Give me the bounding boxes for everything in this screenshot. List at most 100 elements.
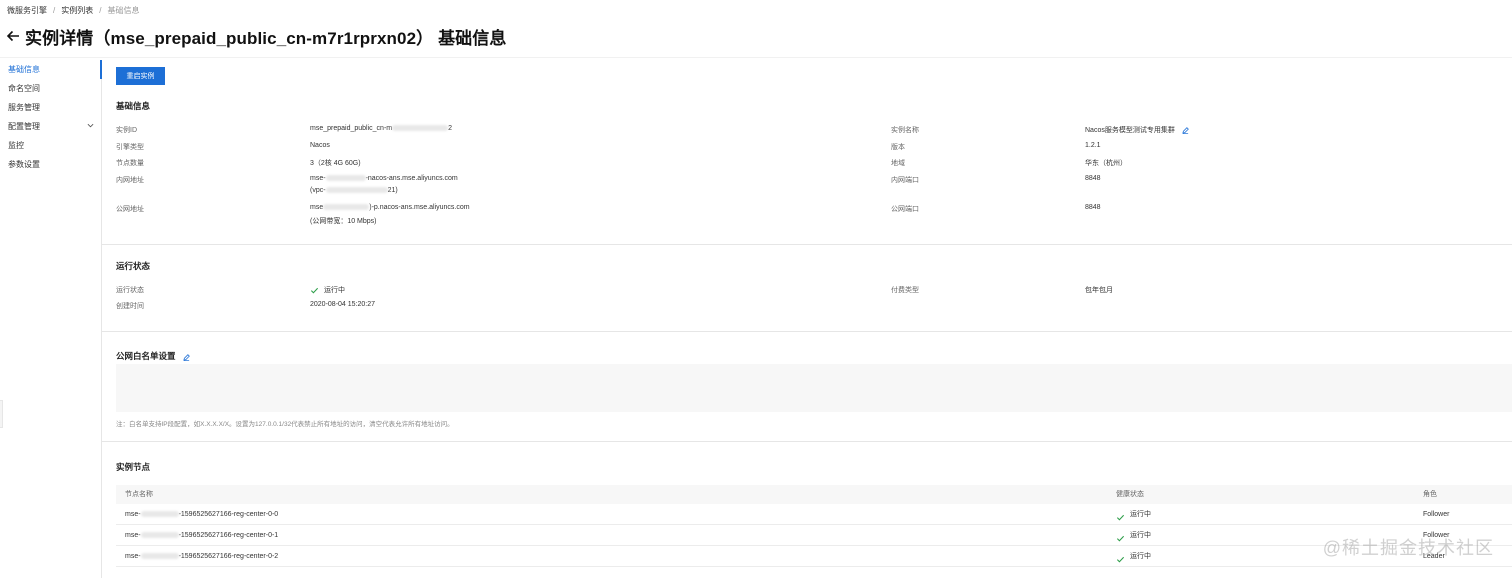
check-icon bbox=[1116, 510, 1125, 521]
sidebar-item-parameters[interactable]: 参数设置 bbox=[0, 155, 101, 174]
run-status-text: 运行中 bbox=[324, 287, 345, 294]
value-pay-type: 包年包月 bbox=[1085, 287, 1113, 294]
check-icon bbox=[310, 286, 319, 295]
sidebar-item-service-management[interactable]: 服务管理 bbox=[0, 98, 101, 117]
public-address-prefix: mse bbox=[310, 204, 324, 211]
node-name-prefix: mse- bbox=[125, 511, 141, 518]
node-name-suffix: -1596525627166-reg-center-0-0 bbox=[178, 511, 279, 518]
redacted-blur bbox=[140, 532, 179, 539]
sidebar-item-basic-info[interactable]: 基础信息 bbox=[0, 60, 102, 79]
value-instance-id: mse_prepaid_public_cn-m 2 bbox=[310, 125, 452, 132]
node-name-prefix: mse- bbox=[125, 532, 141, 539]
collapse-handle[interactable] bbox=[0, 400, 3, 428]
check-icon bbox=[1116, 552, 1125, 563]
page: 微服务引擎 / 实例列表 / 基础信息 实例详情（mse_prepaid_pub… bbox=[0, 0, 1512, 578]
sidebar-item-monitor[interactable]: 监控 bbox=[0, 136, 101, 155]
section-title-whitelist: 公网白名单设置 bbox=[116, 350, 190, 362]
sidebar-item-namespace[interactable]: 命名空间 bbox=[0, 79, 101, 98]
node-name-cell: mse- -1596525627166-reg-center-0-2 bbox=[125, 546, 278, 567]
node-name-prefix: mse- bbox=[125, 553, 141, 560]
node-name-suffix: -1596525627166-reg-center-0-1 bbox=[178, 532, 279, 539]
vpc-prefix: (vpc- bbox=[310, 187, 326, 194]
label-created-time: 创建时间 bbox=[116, 303, 144, 310]
node-name-suffix: -1596525627166-reg-center-0-2 bbox=[178, 553, 279, 560]
node-health-cell: 运行中 bbox=[1116, 525, 1151, 546]
restart-instance-button[interactable]: 重启实例 bbox=[116, 67, 165, 85]
instance-name-text: Nacos服务模型测试专用集群 bbox=[1085, 127, 1175, 134]
table-row: mse- -1596525627166-reg-center-0-2 运行中 Le… bbox=[116, 546, 1512, 567]
sidebar-item-label: 服务管理 bbox=[8, 103, 40, 112]
section-divider bbox=[102, 441, 1512, 442]
chevron-down-icon bbox=[87, 117, 94, 136]
public-address-suffix: )-p.nacos-ans.mse.aliyuncs.com bbox=[369, 204, 470, 211]
instance-id-text: mse_prepaid_public_cn-m bbox=[310, 125, 393, 132]
label-node-count: 节点数量 bbox=[116, 160, 144, 167]
label-pay-type: 付费类型 bbox=[891, 287, 919, 294]
watermark: @稀土掘金技术社区 bbox=[1322, 538, 1494, 558]
value-version: 1.2.1 bbox=[1085, 142, 1101, 149]
sidebar-item-label: 命名空间 bbox=[8, 84, 40, 93]
redacted-blur bbox=[392, 125, 449, 132]
whitelist-content-box bbox=[116, 364, 1512, 412]
page-title: 实例详情（mse_prepaid_public_cn-m7r1rprxn02） … bbox=[25, 28, 507, 48]
title-divider bbox=[0, 57, 1512, 58]
sidebar-item-label: 监控 bbox=[8, 141, 24, 150]
label-region: 地域 bbox=[891, 160, 905, 167]
value-public-bandwidth: (公网带宽：10 Mbps) bbox=[310, 218, 377, 225]
section-title-status: 运行状态 bbox=[116, 261, 151, 271]
label-intranet-port: 内网端口 bbox=[891, 177, 919, 184]
breadcrumb-engine[interactable]: 微服务引擎 bbox=[7, 5, 47, 16]
vpc-suffix: 21) bbox=[387, 187, 398, 194]
label-version: 版本 bbox=[891, 144, 905, 151]
value-intranet-vpc: (vpc- 21) bbox=[310, 187, 398, 194]
sidebar: 基础信息 命名空间 服务管理 配置管理 监控 参数设置 bbox=[0, 60, 102, 578]
label-public-port: 公网端口 bbox=[891, 206, 919, 213]
value-intranet-address: mse- -nacos-ans.mse.aliyuncs.com bbox=[310, 175, 458, 182]
nodes-table: 节点名称 健康状态 角色 mse- -1596525627166-reg-cent… bbox=[116, 485, 1512, 567]
section-divider bbox=[102, 331, 1512, 332]
sidebar-item-label: 基础信息 bbox=[8, 65, 40, 74]
whitelist-note: 注：白名单支持IP段配置，如X.X.X.X/X。设置为127.0.0.1/32代… bbox=[116, 421, 454, 428]
label-run-status: 运行状态 bbox=[116, 287, 144, 294]
table-header: 节点名称 健康状态 角色 bbox=[116, 485, 1512, 504]
label-instance-id: 实例ID bbox=[116, 127, 137, 134]
instance-id-suffix: 2 bbox=[448, 125, 453, 132]
table-row: mse- -1596525627166-reg-center-0-1 运行中 Fo… bbox=[116, 525, 1512, 546]
table-row: mse- -1596525627166-reg-center-0-0 运行中 Fo… bbox=[116, 504, 1512, 525]
edit-pencil-icon[interactable] bbox=[1182, 126, 1189, 134]
node-name-cell: mse- -1596525627166-reg-center-0-0 bbox=[125, 504, 278, 525]
label-intranet-address: 内网地址 bbox=[116, 177, 144, 184]
section-title-basic: 基础信息 bbox=[116, 101, 151, 111]
check-icon bbox=[1116, 531, 1125, 542]
node-name-cell: mse- -1596525627166-reg-center-0-1 bbox=[125, 525, 278, 546]
intranet-address-suffix: -nacos-ans.mse.aliyuncs.com bbox=[365, 175, 458, 182]
value-engine-type: Nacos bbox=[310, 142, 330, 149]
redacted-blur bbox=[140, 511, 179, 518]
section-title-nodes: 实例节点 bbox=[116, 462, 151, 472]
whitelist-title-text: 公网白名单设置 bbox=[116, 351, 176, 361]
column-header-node-name: 节点名称 bbox=[125, 491, 153, 498]
node-health-text: 运行中 bbox=[1130, 532, 1151, 539]
label-engine-type: 引擎类型 bbox=[116, 144, 144, 151]
section-divider bbox=[102, 244, 1512, 245]
value-created-time: 2020-08-04 15:20:27 bbox=[310, 301, 375, 308]
column-header-health: 健康状态 bbox=[1116, 491, 1144, 498]
redacted-blur bbox=[325, 175, 366, 182]
breadcrumb-separator: / bbox=[53, 6, 56, 15]
back-arrow-icon[interactable] bbox=[6, 28, 22, 44]
node-health-cell: 运行中 bbox=[1116, 504, 1151, 525]
label-public-address: 公网地址 bbox=[116, 206, 144, 213]
sidebar-item-config-management[interactable]: 配置管理 bbox=[0, 117, 101, 136]
breadcrumb-current: 基础信息 bbox=[107, 6, 140, 15]
node-role-cell: Follower bbox=[1423, 511, 1450, 518]
title-row: 实例详情（mse_prepaid_public_cn-m7r1rprxn02） … bbox=[6, 24, 506, 48]
sidebar-item-label: 配置管理 bbox=[8, 122, 40, 131]
value-node-count: 3（2核 4G 60G) bbox=[310, 160, 361, 167]
breadcrumb-instance-list[interactable]: 实例列表 bbox=[61, 5, 93, 16]
redacted-blur bbox=[323, 204, 370, 211]
value-region: 华东（杭州） bbox=[1085, 160, 1127, 167]
redacted-blur bbox=[325, 187, 388, 194]
value-public-address: mse )-p.nacos-ans.mse.aliyuncs.com bbox=[310, 204, 470, 211]
breadcrumb-separator: / bbox=[99, 6, 102, 15]
edit-pencil-icon[interactable] bbox=[183, 353, 190, 362]
